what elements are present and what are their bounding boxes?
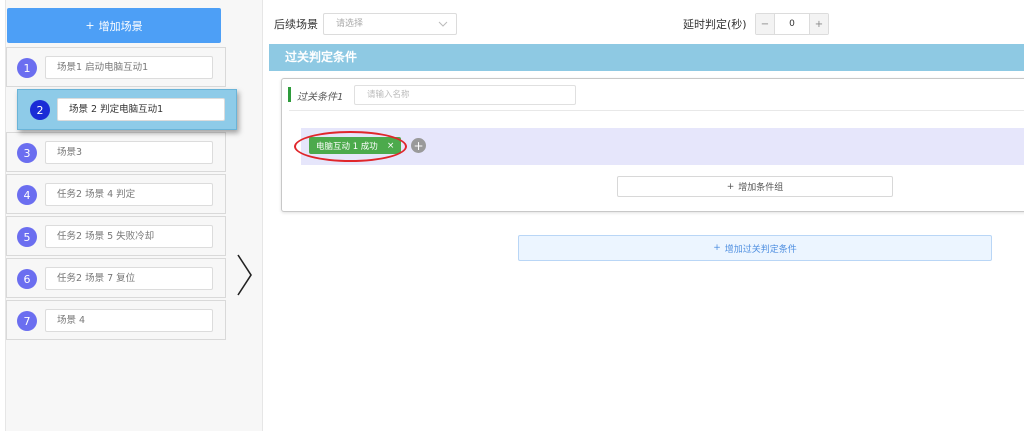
- scene-number-badge: 2: [30, 100, 50, 120]
- condition-accent-bar: [288, 87, 291, 102]
- scene-name-field[interactable]: 任务2 场景 4 判定: [45, 183, 213, 206]
- add-pass-label: 增加过关判定条件: [724, 244, 797, 255]
- scene-number-badge: 1: [17, 58, 37, 78]
- scene-item-6[interactable]: 6 任务2 场景 7 复位: [6, 258, 226, 298]
- condition-group: [301, 128, 1024, 165]
- add-condition-group-button[interactable]: + 增加条件组: [617, 176, 893, 197]
- scene-name-field[interactable]: 场景3: [45, 141, 213, 164]
- section-header: 过关判定条件: [269, 44, 1024, 71]
- scene-item-2-dragging[interactable]: 2 场景 2 判定电脑互动1: [17, 89, 237, 130]
- add-group-label: 增加条件组: [738, 183, 784, 193]
- scene-item-4[interactable]: 4 任务2 场景 4 判定: [6, 174, 226, 214]
- scene-item-7[interactable]: 7 场景 4: [6, 300, 226, 340]
- chevron-down-icon: [438, 21, 448, 27]
- scene-number-badge: 7: [17, 311, 37, 331]
- scene-number-badge: 5: [17, 227, 37, 247]
- scene-name-field[interactable]: 场景1 启动电脑互动1: [45, 56, 213, 79]
- add-condition-button[interactable]: +: [411, 138, 426, 153]
- scene-number-badge: 6: [17, 269, 37, 289]
- decrement-button[interactable]: −: [756, 14, 774, 34]
- delay-value-input[interactable]: 0: [774, 14, 810, 34]
- scene-name-field[interactable]: 任务2 场景 5 失败冷却: [45, 225, 213, 248]
- plus-icon: +: [726, 181, 735, 192]
- scene-item-5[interactable]: 5 任务2 场景 5 失败冷却: [6, 216, 226, 256]
- highlight-ellipse: [294, 131, 407, 162]
- add-scene-button[interactable]: + 增加场景: [7, 8, 221, 43]
- divider: [289, 110, 1024, 111]
- scene-number-badge: 3: [17, 143, 37, 163]
- delay-stepper[interactable]: − 0 +: [755, 13, 829, 35]
- scene-name-field[interactable]: 任务2 场景 7 复位: [45, 267, 213, 290]
- delay-label: 延时判定(秒): [683, 18, 747, 31]
- next-scene-placeholder: 请选择: [336, 19, 364, 29]
- condition-title: 过关条件1: [297, 92, 344, 103]
- scene-item-1[interactable]: 1 场景1 启动电脑互动1: [6, 47, 226, 87]
- plus-icon: +: [713, 243, 721, 253]
- chevron-right-icon[interactable]: [234, 253, 254, 297]
- add-scene-label: 增加场景: [98, 19, 143, 33]
- scene-number-badge: 4: [17, 185, 37, 205]
- increment-button[interactable]: +: [810, 14, 828, 34]
- next-scene-select[interactable]: 请选择: [323, 13, 457, 35]
- plus-icon: +: [85, 19, 95, 32]
- condition-name-input[interactable]: 请输入名称: [354, 85, 576, 105]
- scene-item-3[interactable]: 3 场景3: [6, 132, 226, 172]
- add-pass-condition-button[interactable]: + 增加过关判定条件: [518, 235, 992, 261]
- next-scene-label: 后续场景: [274, 18, 318, 31]
- scene-name-field[interactable]: 场景 2 判定电脑互动1: [57, 98, 225, 121]
- scene-name-field[interactable]: 场景 4: [45, 309, 213, 332]
